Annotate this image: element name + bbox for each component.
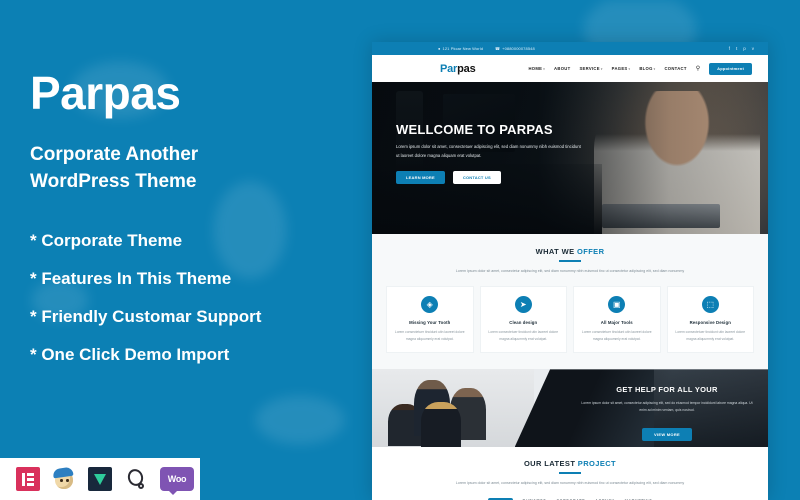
site-navbar: Parpas HOME▾ ABOUT SERVICE▾ PAGES▾ BLOG▾… bbox=[372, 55, 768, 82]
offer-cards: ◈ Missing Your Tooth Lorem consectetuer … bbox=[386, 286, 754, 354]
menu-label: PAGES bbox=[611, 66, 628, 71]
offer-title-dark: WHAT WE bbox=[535, 247, 577, 256]
help-title: GET HELP FOR ALL YOUR bbox=[616, 385, 718, 395]
help-view-more-button[interactable]: VIEW MORE bbox=[641, 427, 693, 441]
menu-label: ABOUT bbox=[554, 66, 571, 71]
topbar-address-text: 121 Pkcar New World bbox=[442, 46, 484, 51]
chevron-down-icon: ▾ bbox=[543, 67, 546, 71]
feature-item: * Friendly Customar Support bbox=[30, 306, 262, 326]
paper-plane-icon: ➤ bbox=[514, 296, 532, 314]
site-topbar: ● 121 Pkcar New World ☎ +0880000078548 f… bbox=[372, 42, 768, 55]
site-logo-dark: pas bbox=[457, 62, 476, 75]
offer-description: Lorem ipsum dolor sit amet, consectetur … bbox=[455, 268, 685, 273]
left-info-panel: Parpas Corporate Another WordPress Theme… bbox=[0, 0, 370, 500]
menu-item-service[interactable]: SERVICE▾ bbox=[579, 66, 602, 71]
offer-title: WHAT WE OFFER bbox=[386, 247, 754, 256]
offer-card-title: Responsive Design bbox=[689, 320, 731, 326]
menu-label: CONTACT bbox=[664, 66, 687, 71]
location-pin-icon: ● bbox=[438, 46, 441, 51]
topbar-phone-text: +0880000078548 bbox=[502, 46, 535, 51]
menu-label: BLOG bbox=[639, 66, 653, 71]
hero-description: Lorem ipsum dolor sit amet, consectetuer… bbox=[396, 144, 581, 158]
offer-card-title: Missing Your Tooth bbox=[409, 320, 451, 326]
menu-item-home[interactable]: HOME▾ bbox=[528, 66, 545, 71]
help-description: Lorem ipsum dolor sit amet, consectetur … bbox=[581, 401, 753, 413]
plugin-icon-strip: Woo bbox=[0, 458, 200, 500]
theme-brand-name: Parpas bbox=[30, 67, 181, 119]
drop-logo-icon bbox=[124, 467, 148, 491]
project-section: OUR LATEST PROJECT Lorem ipsum dolor sit… bbox=[372, 447, 768, 500]
menu-item-about[interactable]: ABOUT bbox=[554, 66, 570, 71]
offer-card-text: Lorem consectetuer tincidunt utin laoree… bbox=[675, 330, 746, 341]
main-menu: HOME▾ ABOUT SERVICE▾ PAGES▾ BLOG▾ CONTAC… bbox=[528, 62, 752, 75]
team-photo bbox=[372, 369, 535, 448]
hero-buttons: LEARN MORE CONTACT US bbox=[396, 170, 626, 184]
project-title-accent: PROJECT bbox=[577, 459, 617, 469]
offer-card-text: Lorem consectetuer tincidunt utin laoree… bbox=[581, 330, 652, 341]
vform-icon bbox=[88, 467, 112, 491]
menu-item-contact[interactable]: CONTACT bbox=[664, 66, 686, 71]
offer-card-text: Lorem consectetuer tincidunt utin laoree… bbox=[394, 330, 465, 341]
help-content: GET HELP FOR ALL YOUR Lorem ipsum dolor … bbox=[578, 385, 756, 441]
offer-card[interactable]: ➤ Clean design Lorem consectetuer tincid… bbox=[479, 286, 567, 354]
chevron-down-icon: ▾ bbox=[653, 67, 656, 71]
team-person bbox=[420, 402, 462, 448]
elementor-icon bbox=[16, 467, 40, 491]
feature-item: * Corporate Theme bbox=[30, 230, 183, 250]
project-title-rule bbox=[559, 472, 581, 474]
menu-item-pages[interactable]: PAGES▾ bbox=[612, 66, 631, 71]
offer-card[interactable]: ▣ All Major Tools Lorem consectetuer tin… bbox=[573, 286, 661, 354]
topbar-phone[interactable]: ☎ +0880000078548 bbox=[495, 46, 535, 51]
offer-card-text: Lorem consectetuer tincidunt utin laoree… bbox=[488, 330, 559, 341]
site-logo-accent: Par bbox=[440, 62, 458, 75]
social-links[interactable]: f t p v bbox=[729, 46, 754, 51]
offer-title-accent: OFFER bbox=[576, 247, 605, 256]
vimeo-icon[interactable]: v bbox=[752, 46, 754, 51]
feature-list: * Corporate Theme * Features In This The… bbox=[30, 232, 370, 363]
offer-card-title: Clean design bbox=[509, 320, 538, 326]
appointment-button[interactable]: Appointment bbox=[709, 62, 752, 75]
diamond-icon: ◈ bbox=[421, 296, 439, 314]
project-title: OUR LATEST PROJECT bbox=[386, 459, 754, 468]
offer-card-title: All Major Tools bbox=[600, 320, 633, 326]
facebook-icon[interactable]: f bbox=[729, 46, 730, 51]
monitor-icon: ▣ bbox=[608, 296, 626, 314]
help-section: GET HELP FOR ALL YOUR Lorem ipsum dolor … bbox=[372, 369, 768, 448]
hero-section: WELLCOME TO PARPAS Lorem ipsum dolor sit… bbox=[372, 82, 768, 234]
feature-item: * One Click Demo Import bbox=[30, 344, 230, 364]
search-icon[interactable]: ⚲ bbox=[696, 65, 700, 72]
website-preview: ● 121 Pkcar New World ☎ +0880000078548 f… bbox=[372, 42, 768, 500]
offer-title-rule bbox=[559, 260, 581, 262]
mailchimp-icon bbox=[52, 466, 76, 491]
hero-content: WELLCOME TO PARPAS Lorem ipsum dolor sit… bbox=[396, 122, 626, 184]
theme-subtitle: Corporate Another WordPress Theme bbox=[30, 144, 199, 192]
feature-item: * Features In This Theme bbox=[30, 268, 232, 288]
woocommerce-icon: Woo bbox=[160, 467, 194, 495]
hero-primary-button[interactable]: LEARN MORE bbox=[396, 170, 445, 184]
twitter-icon[interactable]: t bbox=[736, 46, 737, 51]
offer-section: WHAT WE OFFER Lorem ipsum dolor sit amet… bbox=[372, 234, 768, 370]
menu-item-blog[interactable]: BLOG▾ bbox=[639, 66, 655, 71]
topbar-address: ● 121 Pkcar New World bbox=[438, 46, 483, 51]
pinterest-icon[interactable]: p bbox=[743, 46, 746, 51]
hero-secondary-button[interactable]: CONTACT US bbox=[452, 170, 501, 184]
menu-label: SERVICE bbox=[579, 66, 600, 71]
phone-icon: ☎ bbox=[495, 46, 501, 51]
woocommerce-label: Woo bbox=[167, 474, 187, 484]
offer-card[interactable]: ⬚ Responsive Design Lorem consectetuer t… bbox=[666, 286, 754, 354]
project-title-dark: OUR LATEST bbox=[523, 459, 578, 469]
menu-label: HOME bbox=[528, 66, 543, 71]
site-logo[interactable]: Parpas bbox=[440, 63, 476, 75]
offer-card[interactable]: ◈ Missing Your Tooth Lorem consectetuer … bbox=[386, 286, 474, 354]
chevron-down-icon: ▾ bbox=[628, 67, 631, 71]
chevron-down-icon: ▾ bbox=[600, 67, 603, 71]
responsive-icon: ⬚ bbox=[701, 296, 719, 314]
hero-title: WELLCOME TO PARPAS bbox=[396, 122, 553, 137]
project-description: Lorem ipsum dolor sit amet, consectetur … bbox=[455, 480, 685, 485]
